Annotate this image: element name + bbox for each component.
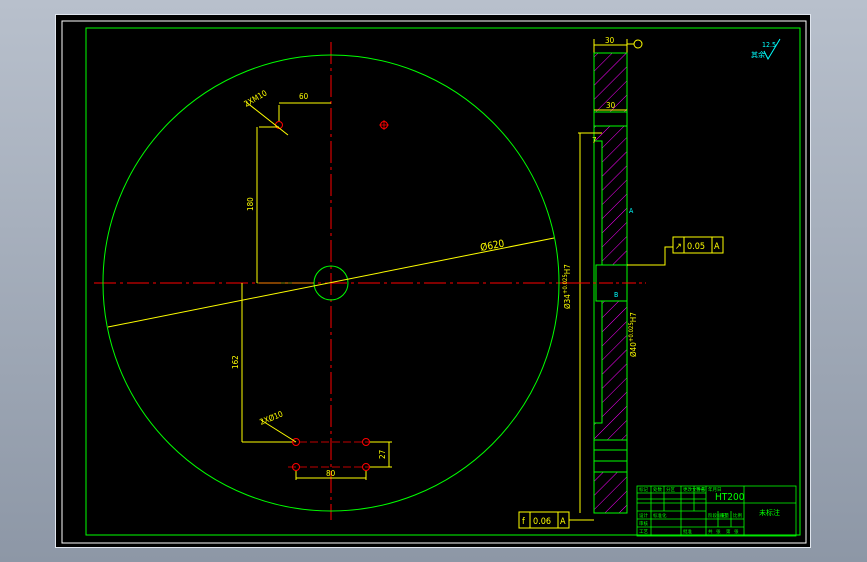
svg-text:张: 张 bbox=[716, 528, 721, 535]
svg-text:重量: 重量 bbox=[720, 512, 729, 519]
svg-text:分区: 分区 bbox=[666, 486, 675, 493]
diameter-label: Ø620 bbox=[479, 237, 505, 253]
bore-2-label: Ø40+0.025H7 bbox=[628, 312, 638, 357]
svg-text:标记: 标记 bbox=[639, 486, 648, 493]
svg-text:比例: 比例 bbox=[733, 512, 742, 519]
lower-slot bbox=[593, 439, 628, 473]
upper-slot bbox=[593, 111, 628, 127]
bore-1-label: Ø34+0.025H7 bbox=[562, 264, 572, 309]
svg-text:12.5: 12.5 bbox=[762, 41, 776, 49]
svg-text:0.05: 0.05 bbox=[687, 242, 705, 252]
svg-text:其余: 其余 bbox=[751, 50, 765, 59]
svg-text:审核: 审核 bbox=[639, 520, 648, 527]
runout-frame: ↗ 0.05 A bbox=[672, 236, 724, 254]
cad-viewport[interactable]: Ø620 2XM10 60 180 162 2XØ10 80 27 30 30 … bbox=[55, 14, 811, 548]
part-note: 未标注 bbox=[759, 508, 780, 517]
dim-60-label: 60 bbox=[299, 92, 309, 101]
hole-leader-top bbox=[245, 101, 289, 136]
svg-text:A: A bbox=[714, 242, 720, 252]
svg-text:第: 第 bbox=[726, 528, 731, 535]
svg-text:↗: ↗ bbox=[675, 242, 682, 252]
front-view: Ø620 2XM10 60 180 162 2XØ10 80 27 bbox=[94, 42, 576, 520]
svg-text:批准: 批准 bbox=[683, 528, 692, 535]
material-label: HT200 bbox=[715, 492, 745, 503]
dim-27-label: 27 bbox=[378, 450, 387, 459]
datum-circle-top bbox=[633, 39, 643, 49]
drawing-frame bbox=[85, 27, 801, 536]
dim-7-label: 7 bbox=[592, 136, 597, 145]
svg-text:张: 张 bbox=[734, 528, 739, 535]
svg-text:设计: 设计 bbox=[639, 512, 648, 519]
bottom-hole-label: 2XØ10 bbox=[258, 408, 285, 427]
svg-text:标准化: 标准化 bbox=[653, 512, 667, 519]
outer-border bbox=[61, 20, 807, 544]
hole-center-mark bbox=[379, 120, 389, 130]
dim-180-label: 180 bbox=[246, 197, 255, 211]
svg-text:A: A bbox=[560, 517, 566, 527]
svg-text:签名: 签名 bbox=[696, 486, 705, 493]
svg-text:f: f bbox=[522, 517, 525, 527]
side-view: 30 30 7 Ø34+0.025H7 Ø40+0.025H7 A B bbox=[562, 36, 673, 514]
runout-leader bbox=[627, 246, 673, 266]
ref-b-label: B bbox=[614, 291, 618, 299]
drawing-canvas: Ø620 2XM10 60 180 162 2XØ10 80 27 30 30 … bbox=[61, 20, 807, 544]
svg-text:工艺: 工艺 bbox=[639, 529, 648, 535]
svg-text:处数: 处数 bbox=[653, 486, 662, 493]
top-hole-label: 2XM10 bbox=[243, 88, 269, 108]
ref-a-label: A bbox=[629, 207, 634, 215]
svg-text:0.06: 0.06 bbox=[533, 517, 551, 527]
svg-text:年月日: 年月日 bbox=[708, 486, 722, 493]
dim-30-inner-label: 30 bbox=[606, 101, 616, 110]
dim-162-label: 162 bbox=[231, 355, 240, 369]
dim-30-top-label: 30 bbox=[605, 36, 615, 45]
flatness-frame: f 0.06 A bbox=[518, 511, 594, 529]
dim-80-label: 80 bbox=[326, 469, 336, 478]
svg-text:共: 共 bbox=[708, 528, 713, 535]
roughness-note: 其余 12.5 bbox=[751, 38, 781, 61]
